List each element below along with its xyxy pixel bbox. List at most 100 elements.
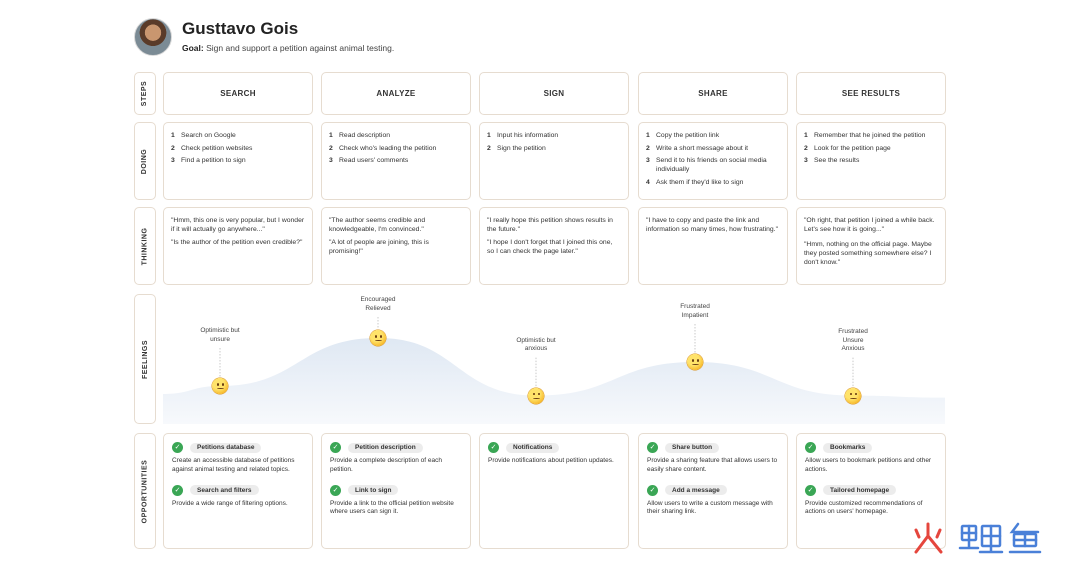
emoji-feature: [537, 392, 540, 396]
emoji-feature: [216, 388, 224, 390]
feeling-label-line: Frustrated: [838, 328, 868, 336]
emoji-feature: [374, 335, 377, 338]
opportunity-tag: Petitions database: [190, 442, 262, 453]
lightbulb-check-icon: ✓: [172, 442, 183, 453]
doing-item: 4 Ask them if they'd like to sign: [646, 178, 780, 187]
emoji-feature: [216, 383, 219, 386]
thought-quote: "Oh right, that petition I joined a whil…: [804, 217, 935, 233]
doing-item-number: 4: [646, 178, 650, 186]
thought-quote: "Hmm, this one is very popular, but I wo…: [171, 217, 305, 233]
doing-card: 1 Remember that he joined the petition 2 Lo…: [796, 122, 946, 200]
doing-item-number: 2: [646, 144, 650, 152]
emotion-wave: [163, 317, 945, 424]
doing-item-number: 3: [329, 157, 333, 164]
doing-card: 1 Input his information 2 Sign the petition: [479, 122, 629, 200]
lightbulb-check-icon: ✓: [172, 484, 183, 496]
thought-quote: "A lot of people are joining, this is pr…: [329, 239, 429, 255]
feeling-label: Frustrated Unsure Anxious: [818, 328, 888, 354]
worried-face-icon: [528, 387, 544, 404]
doing-item-text: Check who's leading the petition: [339, 144, 437, 152]
lightbulb-check-icon: ✓: [647, 442, 658, 453]
opportunity-header: ✓ Search and filters: [172, 484, 306, 496]
doing-item-text: Check petition websites: [181, 144, 253, 152]
lightbulb-check-icon: ✓: [647, 484, 658, 496]
opportunities-card: ✓ Petition description Provide a complete …: [321, 433, 471, 549]
doing-item-number: 1: [171, 132, 175, 139]
opportunity-description: Allow users to bookmark petitions and ot…: [805, 457, 932, 473]
avatar: [134, 18, 172, 56]
emoji-feature: [854, 392, 857, 396]
thought-quote: "Hmm, nothing on the official page. Mayb…: [804, 241, 932, 266]
opportunity-tag: Link to sign: [348, 485, 399, 496]
watermark: [910, 520, 1060, 556]
opportunity-header: ✓ Tailored homepage: [805, 484, 939, 496]
opportunity-header: ✓ Notifications: [488, 442, 622, 453]
thought-quote: "Is the author of the petition even cred…: [171, 239, 303, 246]
persona-goal: Goal: Sign and support a petition agains…: [182, 43, 394, 53]
opportunity-description: Create an accessible database of petitio…: [172, 457, 295, 473]
doing-item-text: Sign the petition: [497, 144, 546, 152]
lightbulb-check-icon: ✓: [805, 442, 816, 453]
opportunity-description: Provide a sharing feature that allows us…: [647, 457, 778, 473]
thinking-card: "Hmm, this one is very popular, but I wo…: [163, 207, 313, 285]
doing-item-number: 2: [487, 144, 491, 152]
lightbulb-check-icon: ✓: [330, 442, 341, 453]
doing-item-number: 1: [646, 132, 650, 139]
feeling-label-line: Optimistic but: [200, 327, 240, 334]
feeling-label-line: Optimistic but: [516, 336, 556, 344]
doing-item: 3 See the results: [804, 156, 938, 165]
slightly-frowning-face-icon: [212, 378, 228, 394]
opportunity-tag: Notifications: [506, 442, 560, 453]
doing-item-text: Look for the petition page: [814, 144, 891, 152]
thinking-face-icon: [845, 387, 861, 404]
goal-label: Goal:: [182, 43, 204, 53]
lightbulb-check-icon: ✓: [805, 484, 816, 496]
doing-item: 1 Remember that he joined the petition: [804, 131, 938, 140]
feeling-label-line: Encouraged: [360, 296, 396, 303]
doing-item-text: Find a petition to sign: [181, 157, 246, 164]
doing-item-text: Ask them if they'd like to sign: [656, 178, 744, 186]
thought-quote: "The author seems credible and knowledge…: [329, 217, 426, 233]
opportunity-description: Provide a link to the official petition …: [330, 499, 454, 516]
step-title-share: SHARE: [638, 72, 788, 115]
row-label-steps: STEPS: [134, 72, 156, 115]
doing-item-text: Remember that he joined the petition: [814, 132, 926, 139]
opportunity-description: Provide a complete description of each p…: [330, 457, 443, 473]
doing-item-number: 1: [487, 132, 491, 139]
step-title-sign: SIGN: [479, 72, 629, 115]
step-title-analyze: ANALYZE: [321, 72, 471, 115]
thinking-card: "Oh right, that petition I joined a whil…: [796, 207, 946, 285]
doing-item-text: Send it to his friends on social media i…: [656, 157, 767, 173]
doing-item: 2 Check who's leading the petition: [329, 144, 463, 153]
emoji-feature: [532, 392, 535, 396]
opportunity-header: ✓ Petition description: [330, 442, 464, 453]
watermark-logo-icon: [914, 522, 1042, 554]
step-title-see-results: SEE RESULTS: [796, 72, 946, 115]
doing-item-number: 1: [329, 132, 333, 139]
emoji-feature: [849, 397, 857, 400]
doing-item: 1 Search on Google: [171, 131, 305, 140]
lightbulb-check-icon: ✓: [330, 484, 341, 496]
feeling-label-line: Anxious: [841, 345, 865, 353]
doing-card: 1 Read description 2 Check who's leading th…: [321, 122, 471, 200]
feeling-label: Optimistic but unsure: [185, 327, 255, 344]
opportunity: ✓ Tailored homepage Provide customized rec…: [805, 484, 939, 518]
opportunity-tag: Share button: [665, 442, 720, 453]
emoji-feature: [379, 335, 382, 338]
opportunity-description: Provide customized recommendations of ac…: [805, 499, 923, 516]
thinking-card: "The author seems credible and knowledge…: [321, 207, 471, 285]
doing-item-text: See the results: [814, 157, 860, 164]
goal-text: Sign and support a petition against anim…: [206, 43, 395, 53]
opportunity-tag: Search and filters: [190, 485, 259, 496]
opportunity: ✓ Notifications Provide notifications abou…: [488, 442, 622, 466]
doing-item-number: 1: [804, 132, 808, 139]
thinking-card: "I really hope this petition shows resul…: [479, 207, 629, 285]
feelings-chart: Optimistic but unsure Encouraged Relieved Op…: [163, 294, 945, 424]
doing-item: 2 Sign the petition: [487, 144, 621, 153]
relieved-face-icon: [370, 330, 386, 346]
feeling-label: Frustrated Impatient: [660, 303, 730, 320]
emoji-feature: [221, 383, 224, 386]
opportunity-tag: Petition description: [348, 442, 423, 453]
doing-item: 1 Read description: [329, 131, 463, 140]
doing-item: 1 Copy the petition link: [646, 131, 780, 140]
